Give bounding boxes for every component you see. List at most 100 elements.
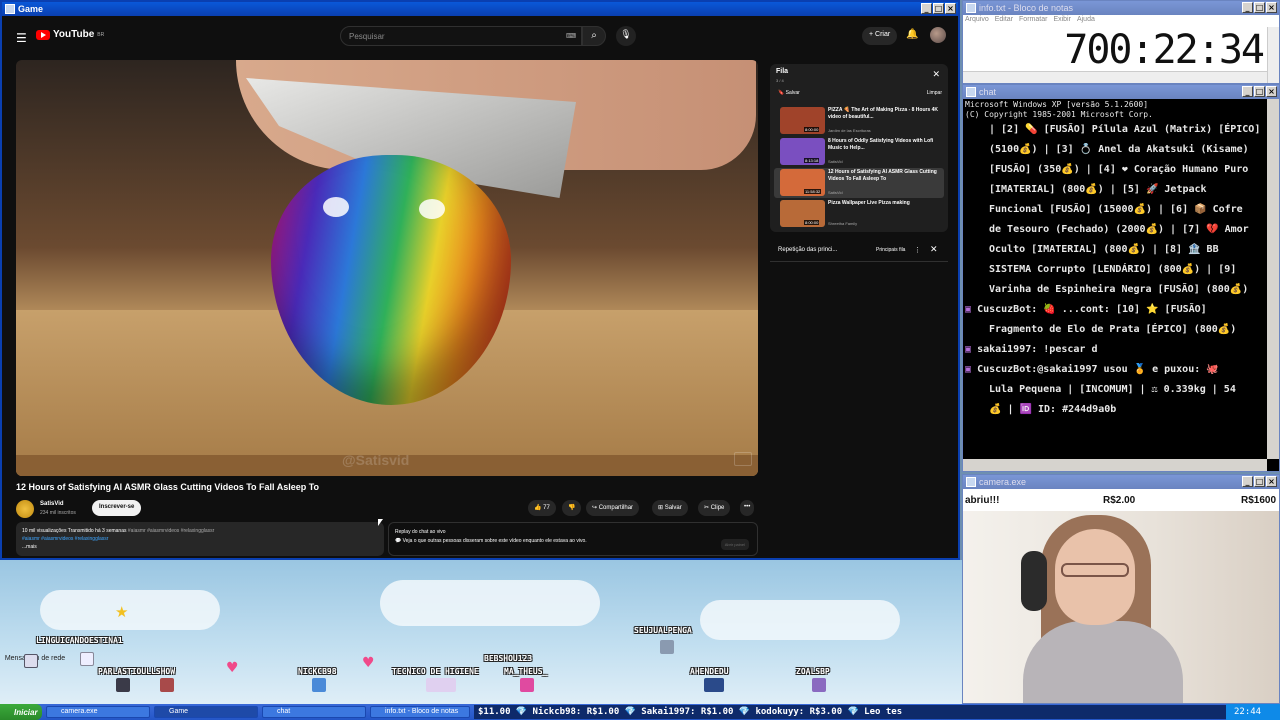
chat-line: [IMATERIAL] (800💰) | [5] 🚀 Jetpack	[989, 184, 1207, 195]
youtube-logo[interactable]: YouTube BR	[36, 29, 104, 40]
maximize-button[interactable]: □	[1254, 2, 1265, 13]
like-count: 77	[543, 505, 550, 511]
more-actions-button[interactable]: •••	[740, 500, 755, 516]
bookmark-icon: 🔖	[778, 90, 785, 96]
menu-formatar[interactable]: Formatar	[1019, 16, 1047, 23]
clip-button[interactable]: ✂ Clipe	[698, 500, 731, 516]
queue-item-current[interactable]: 11:58:32 12 Hours of Satisfying AI ASMR …	[774, 168, 944, 198]
highlight	[323, 197, 349, 217]
maximize-button[interactable]: □	[1254, 86, 1265, 97]
bot-name: CuscuzBot:	[977, 304, 1038, 315]
horizontal-scrollbar[interactable]	[963, 71, 1267, 83]
menu-arquivo[interactable]: Arquivo	[965, 16, 989, 23]
share-icon: ↪	[592, 505, 598, 511]
channel-name[interactable]: SatisVid	[40, 501, 64, 507]
taskbar-item-camera[interactable]: camera.exe	[46, 706, 150, 718]
close-queue-icon[interactable]: ✕	[932, 70, 940, 80]
dislike-button[interactable]: 👎	[562, 500, 582, 516]
chat-options-icon[interactable]: ⋮	[914, 246, 921, 254]
vertical-scrollbar[interactable]	[1267, 27, 1279, 83]
queue-item-channel: SatisVid	[828, 190, 843, 195]
minimize-button[interactable]: _	[921, 3, 932, 14]
start-label: Iniciar	[14, 708, 38, 717]
create-button[interactable]: + Criar	[862, 27, 898, 45]
system-clock[interactable]: 22:44	[1226, 704, 1280, 720]
close-button[interactable]: ×	[1266, 2, 1277, 13]
open-panel-button[interactable]: Abrir painel	[720, 539, 749, 550]
queue-clear-button[interactable]: Limpar	[927, 90, 942, 96]
player-sprite	[116, 678, 130, 692]
save-button[interactable]: ⊞ Salvar	[652, 500, 688, 516]
horizontal-scrollbar[interactable]	[963, 459, 1267, 471]
close-chat-icon[interactable]: ✕	[930, 245, 938, 255]
description-hashtags[interactable]: #aiasmr #aiasmrvideos #relaxingglassr	[22, 535, 378, 543]
minimize-button[interactable]: _	[1242, 476, 1253, 487]
mouse-cursor	[378, 519, 383, 526]
queue-item-channel: Jardim de las Escrituras	[828, 128, 871, 133]
streamer-body	[1023, 621, 1183, 703]
donation-goal: R$1600	[1241, 495, 1277, 506]
start-button[interactable]: Iniciar	[0, 704, 42, 720]
chat-mode-toggle[interactable]: Principais fila	[876, 247, 905, 253]
queue-item[interactable]: 8:00:00 PIZZA 🍕 The Art of Making Pizza …	[774, 106, 944, 136]
queue-count: 3 / 4	[776, 78, 784, 83]
player-nick: TECNICO DE HIGIENE	[392, 667, 479, 676]
close-button[interactable]: ×	[1266, 476, 1277, 487]
cloud	[40, 590, 220, 630]
console-output[interactable]: Microsoft Windows XP [versão 5.1.2600] (…	[965, 100, 1267, 457]
search-input[interactable]: Pesquisar	[340, 26, 582, 46]
like-button[interactable]: 👍 77	[528, 500, 556, 516]
player-nick: SEUJUALPENGA	[634, 626, 692, 635]
taskbar-item-chat[interactable]: chat	[262, 706, 366, 718]
maximize-button[interactable]: □	[1254, 476, 1265, 487]
notepad-titlebar[interactable]: info.txt - Bloco de notas _ □ ×	[963, 1, 1279, 15]
taskbar-item-game[interactable]: Game	[154, 706, 258, 718]
minimize-button[interactable]: _	[1242, 2, 1253, 13]
queue-item[interactable]: 8:13:18 8 Hours of Oddly Satisfying Vide…	[774, 137, 944, 167]
keyboard-icon[interactable]: ⌨	[566, 32, 576, 40]
close-button[interactable]: ×	[1266, 86, 1277, 97]
share-button[interactable]: ↪ Compartilhar	[586, 500, 640, 516]
taskbar-item-label: Game	[169, 708, 189, 715]
queue-title: Fila	[776, 68, 789, 75]
video-title: 12 Hours of Satisfying AI ASMR Glass Cut…	[16, 482, 320, 492]
menu-ajuda[interactable]: Ajuda	[1077, 16, 1095, 23]
subscriber-count: 234 mil inscritos	[40, 510, 76, 516]
user-avatar[interactable]	[930, 27, 946, 43]
chat-line: [FUSÃO] (350💰) | [4] ❤ Coração Humano Pu…	[989, 164, 1249, 175]
minimize-button[interactable]: _	[1242, 86, 1253, 97]
stream-timer[interactable]: 700:22:34	[963, 27, 1265, 73]
star-icon: ★	[115, 603, 129, 621]
queue-item-title: 8 Hours of Oddly Satisfying Videos with …	[828, 138, 934, 151]
vertical-scrollbar[interactable]	[1267, 99, 1279, 459]
taskbar-item-label: chat	[277, 708, 291, 715]
chat-replay-label[interactable]: Repetição das princi...	[778, 247, 837, 253]
taskbar-item-notepad[interactable]: info.txt - Bloco de notas	[370, 706, 470, 718]
chat-line: (5100💰) | [3] 💍 Anel da Akatsuki (Kisame…	[989, 144, 1249, 155]
video-player[interactable]: @Satisvid	[16, 60, 758, 476]
maximize-button[interactable]: □	[933, 3, 944, 14]
hamburger-menu-icon[interactable]: ☰	[16, 31, 27, 45]
notifications-bell-icon[interactable]: 🔔	[906, 29, 918, 40]
more-dots-icon: •••	[744, 504, 751, 510]
close-button[interactable]: ×	[945, 3, 956, 14]
menu-exibir[interactable]: Exibir	[1053, 16, 1071, 23]
subscribe-button[interactable]: Inscrever-se	[92, 500, 142, 516]
search-icon: ⌕	[591, 30, 597, 41]
search-button[interactable]: ⌕	[582, 26, 606, 46]
menu-editar[interactable]: Editar	[995, 16, 1013, 23]
chat-titlebar[interactable]: chat _ □ ×	[963, 85, 1279, 99]
bot-name: CuscuzBot:	[977, 364, 1038, 375]
queue-item[interactable]: 8:00:00 Pizza Wallpaper Live Pizza makin…	[774, 199, 944, 229]
microphone-icon[interactable]: 🎙	[616, 26, 636, 46]
description-tags: #aiasmr #aiasmrvideos #relaxingglassr	[127, 528, 215, 534]
video-description[interactable]: 10 mil visualizações Transmitido há 3 se…	[16, 522, 384, 556]
player-nick: LINGUICANDOESTINA1	[36, 636, 123, 645]
queue-save-button[interactable]: 🔖 Salvar	[778, 90, 800, 96]
description-more-link[interactable]: ...mais	[22, 543, 378, 551]
queue-panel: Fila 3 / 4 ✕ 🔖 Salvar Limpar 8:00:00 PIZ…	[770, 64, 948, 232]
share-label: Compartilhar	[598, 505, 634, 511]
game-window-titlebar[interactable]: Game _ □ ×	[2, 2, 958, 16]
camera-titlebar[interactable]: camera.exe _ □ ×	[963, 475, 1279, 489]
channel-avatar[interactable]	[16, 500, 34, 518]
